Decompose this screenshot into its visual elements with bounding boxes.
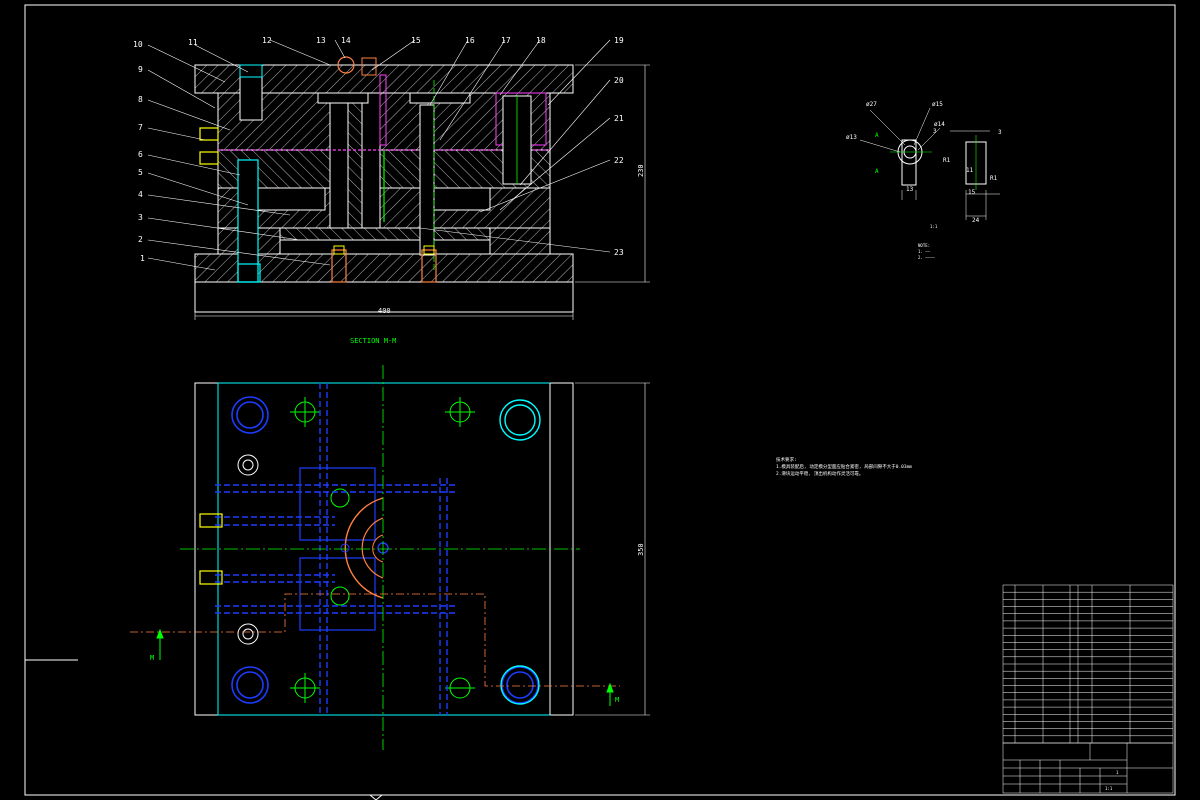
dim-height: 230 — [637, 164, 645, 177]
balloon-4: 4 — [138, 190, 143, 199]
balloon-3: 3 — [138, 213, 143, 222]
part-detail: ø27 ø15 ø13 ø14 A A 3 R1 R1 13 15 3 11 2… — [846, 101, 1002, 260]
detail-d13: ø13 — [846, 134, 857, 141]
cap-screw — [239, 64, 263, 121]
slider-upper — [299, 467, 376, 541]
detail-note-0: NOTE: — [918, 243, 930, 248]
balloon-10: 10 — [133, 40, 143, 49]
dim-width: 400 — [378, 307, 391, 315]
detail-d27: ø27 — [866, 101, 877, 108]
tech-req-1: 1.模具装配后, 动定模分型面应贴合紧密, 局部间隙不大于0.03mm — [776, 463, 912, 470]
balloon-12: 12 — [262, 36, 272, 45]
balloon-8: 8 — [138, 95, 143, 104]
title-block — [1002, 742, 1174, 794]
balloon-16: 16 — [465, 36, 475, 45]
ejector-retainer — [279, 227, 491, 241]
section-mark-right: M — [615, 696, 619, 704]
water-fitting-1 — [199, 127, 219, 141]
detail-3a: 3 — [933, 128, 937, 135]
detail-11: 11 — [966, 167, 974, 174]
sprue-inner — [347, 92, 363, 229]
balloon-15: 15 — [411, 36, 421, 45]
sheet-border — [24, 4, 1176, 796]
detail-note-2: 2. ———— — [918, 255, 935, 260]
title-scale: 1:1 — [1105, 786, 1113, 791]
balloon-20: 20 — [614, 76, 624, 85]
balloon-23: 23 — [614, 248, 624, 257]
screw-heads — [237, 454, 259, 645]
detail-labels: ø27 ø15 ø13 ø14 A A 3 R1 R1 13 15 3 11 2… — [846, 101, 1002, 224]
detail-dims — [859, 107, 1000, 220]
section-mark-left: M — [150, 654, 154, 662]
balloon-7: 7 — [138, 123, 143, 132]
water-fitting-2 — [199, 151, 219, 165]
bottom-center-mark — [369, 794, 383, 800]
balloon-22: 22 — [614, 156, 624, 165]
detail-15: 15 — [968, 189, 976, 196]
tech-req-2: 2.滑块运动平稳, 顶出机构动作灵活可靠。 — [776, 470, 863, 477]
balloon-14: 14 — [341, 36, 351, 45]
detail-3b: 3 — [998, 129, 1002, 136]
bill-of-materials — [1002, 584, 1174, 744]
balloon-5: 5 — [138, 168, 143, 177]
detail-section-a2: A — [875, 168, 879, 175]
plan-view: M M 350 — [130, 365, 650, 750]
section-arrows — [156, 628, 614, 706]
balloon-11: 11 — [188, 38, 198, 47]
balloon-21: 21 — [614, 114, 624, 123]
title-sheet: 1 — [1116, 770, 1119, 775]
detail-r1b: R1 — [990, 175, 998, 182]
balloon-13: 13 — [316, 36, 326, 45]
detail-note-1: 1. —— — [918, 249, 931, 254]
a-plate — [217, 92, 551, 151]
cavity-slot-top2 — [409, 92, 471, 104]
balloon-18: 18 — [536, 36, 546, 45]
section-title: SECTION M-M — [350, 337, 396, 345]
tech-req-0: 技术要求: — [776, 456, 797, 463]
detail-notes: NOTE: 1. —— 2. ———— — [918, 243, 935, 260]
detail-section-a1: A — [875, 132, 879, 139]
detail-13: 13 — [906, 186, 914, 193]
balloon-17: 17 — [501, 36, 511, 45]
detail-d15: ø15 — [932, 101, 943, 108]
balloon-9: 9 — [138, 65, 143, 74]
guide-bushings-cyan — [499, 399, 541, 705]
balloon-1: 1 — [140, 254, 145, 263]
balloon-6: 6 — [138, 150, 143, 159]
section-view: 1 2 3 4 5 6 7 8 9 10 11 12 13 14 15 16 1… — [133, 36, 650, 320]
technical-requirements: 技术要求: 1.模具装配后, 动定模分型面应贴合紧密, 局部间隙不大于0.03m… — [776, 456, 912, 477]
guide-pillars — [231, 396, 539, 704]
core-pocket-left — [254, 187, 326, 211]
cad-drawing-canvas: 1 2 3 4 5 6 7 8 9 10 11 12 13 14 15 16 1… — [24, 4, 1176, 800]
cavity-slot-top — [317, 92, 369, 104]
detail-r1a: R1 — [943, 157, 951, 164]
detail-caption: 1:1 — [930, 224, 938, 229]
spacer-right — [489, 227, 551, 255]
dim-plan-height: 350 — [637, 543, 645, 556]
return-pin — [419, 104, 435, 256]
balloon-19: 19 — [614, 36, 624, 45]
detail-d14: ø14 — [934, 121, 945, 128]
detail-24: 24 — [972, 217, 980, 224]
balloon-2: 2 — [138, 235, 143, 244]
